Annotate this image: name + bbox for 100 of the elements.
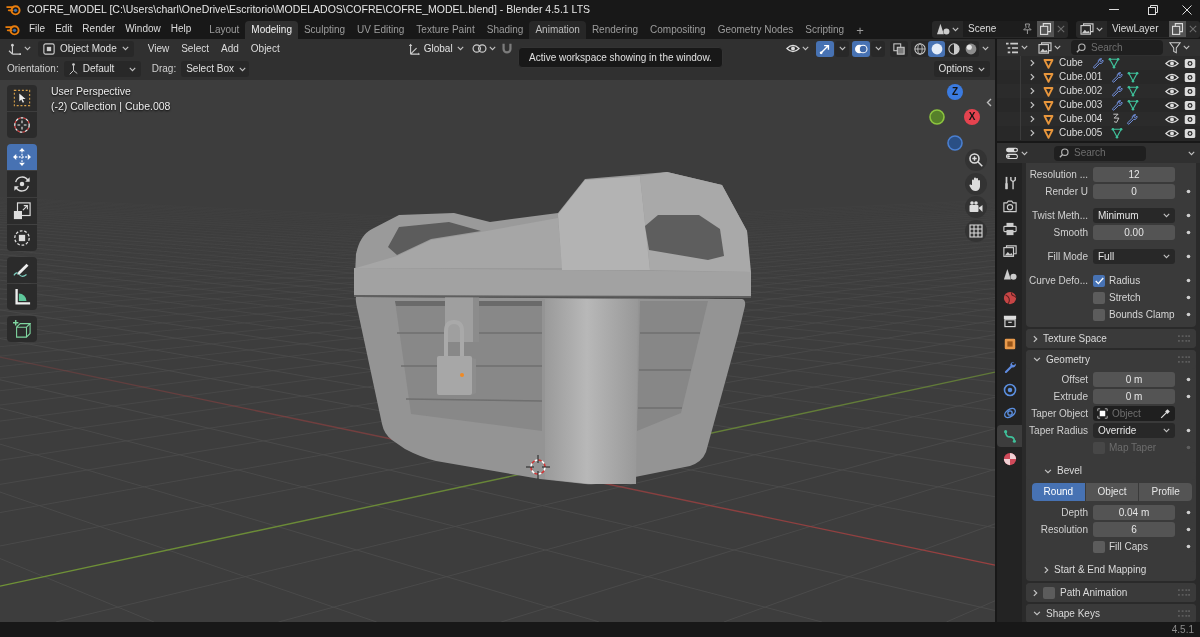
tool-button[interactable] — [7, 284, 37, 310]
eyedropper-icon[interactable] — [1160, 408, 1171, 419]
checkbox[interactable] — [1093, 308, 1105, 321]
camera-icon[interactable] — [1184, 57, 1196, 69]
axes-icon[interactable] — [8, 42, 22, 55]
axis-ball-icon[interactable] — [947, 135, 963, 151]
tool-button[interactable] — [7, 198, 37, 224]
segment-button[interactable]: Profile — [1139, 483, 1192, 501]
caret-icon[interactable] — [1054, 45, 1061, 50]
caret-icon[interactable] — [802, 46, 809, 51]
list-icon[interactable] — [1005, 41, 1019, 54]
checkbox[interactable] — [1093, 540, 1105, 553]
minimize-icon[interactable] — [1108, 8, 1119, 11]
menu-item[interactable]: Object — [244, 43, 286, 54]
dot-icon[interactable] — [1185, 527, 1191, 532]
caret-icon[interactable] — [1096, 26, 1103, 32]
dropdown[interactable]: Minimum — [1093, 208, 1175, 223]
dropdown[interactable]: Override — [1093, 423, 1175, 438]
checkbox[interactable] — [1093, 291, 1105, 304]
checkbox[interactable] — [1093, 274, 1105, 287]
outliner-item[interactable]: Cube.005 — [1059, 128, 1103, 138]
checkbox[interactable] — [1043, 586, 1055, 599]
menu-item[interactable]: View — [141, 43, 176, 54]
grip-icon[interactable] — [1178, 589, 1190, 596]
add-workspace-button[interactable]: + — [850, 21, 870, 39]
grid-icon[interactable] — [965, 219, 987, 242]
camera-icon[interactable] — [965, 196, 987, 218]
copy-button[interactable] — [1169, 21, 1186, 37]
zigzag-icon[interactable] — [1111, 113, 1123, 124]
xray-toggle[interactable] — [890, 40, 908, 57]
logo-icon[interactable] — [4, 22, 20, 36]
outliner-item[interactable]: Cube.001 — [1059, 72, 1103, 82]
workspace-tab[interactable]: Compositing — [644, 21, 712, 39]
segment-button[interactable]: Round — [1032, 483, 1086, 501]
workspace-tab[interactable]: Animation — [529, 21, 586, 39]
magnet-icon[interactable] — [500, 42, 513, 55]
caret-icon[interactable] — [1188, 150, 1195, 156]
menu-item[interactable]: Add — [215, 43, 245, 54]
chevron-icon[interactable] — [1029, 129, 1035, 137]
triangle-mesh-icon[interactable] — [1127, 85, 1140, 97]
workspace-tab[interactable]: Scripting — [799, 21, 851, 39]
number-field[interactable]: 0 m — [1093, 372, 1175, 387]
chevron-icon[interactable] — [1029, 59, 1035, 67]
number-field[interactable]: 0.04 m — [1093, 505, 1175, 520]
checkbox-label[interactable]: Bounds Clamp — [1109, 309, 1175, 320]
caret-icon[interactable] — [982, 46, 989, 51]
tool-button[interactable] — [7, 316, 37, 342]
x-icon[interactable] — [1057, 25, 1065, 33]
dot-icon[interactable] — [1185, 312, 1191, 317]
dot-icon[interactable] — [1185, 510, 1191, 515]
triangle-mesh-icon[interactable] — [1127, 99, 1140, 111]
wrench-icon[interactable] — [1091, 57, 1104, 69]
hand-icon[interactable] — [965, 172, 987, 195]
number-field[interactable]: 6 — [1093, 522, 1175, 537]
workspace-tab[interactable]: Modeling — [245, 21, 298, 39]
chevron-icon[interactable] — [1029, 101, 1035, 109]
magnifier-plus-icon[interactable] — [965, 149, 987, 171]
workspace-tab[interactable]: Sculpting — [297, 21, 352, 39]
menu-item[interactable]: Select — [175, 43, 215, 54]
outliner-item[interactable]: Cube — [1059, 58, 1083, 68]
triangle-mesh-icon[interactable] — [1107, 57, 1120, 69]
triangle-mesh-icon[interactable] — [1127, 71, 1140, 83]
caret-icon[interactable] — [1183, 45, 1190, 50]
camera-icon[interactable] — [1184, 127, 1196, 139]
eye-icon[interactable] — [1165, 72, 1179, 82]
tool-button[interactable] — [7, 171, 37, 197]
caret-icon[interactable] — [1021, 150, 1028, 156]
grip-icon[interactable] — [1178, 610, 1190, 617]
rings-icon[interactable] — [471, 43, 487, 54]
menu-item[interactable]: Window — [120, 24, 166, 34]
gizmo-axis-button[interactable]: X — [964, 109, 980, 125]
shading-button[interactable] — [911, 40, 928, 57]
eye-icon[interactable] — [786, 44, 800, 53]
dot-icon[interactable] — [1185, 254, 1191, 259]
mode-dropdown[interactable]: Object Mode — [38, 40, 134, 57]
segment-button[interactable]: Object — [1085, 483, 1140, 501]
checkbox-label[interactable]: Fill Caps — [1109, 541, 1148, 552]
wrench-icon[interactable] — [1126, 113, 1139, 125]
pin-icon[interactable] — [1022, 23, 1032, 35]
drag-dropdown[interactable]: Select Box — [181, 61, 250, 77]
shading-button[interactable] — [945, 40, 962, 57]
chevron-icon[interactable] — [986, 98, 992, 107]
scene-name-field[interactable]: Scene — [963, 21, 1037, 37]
number-field[interactable]: 0 — [1093, 184, 1175, 199]
options-dropdown[interactable]: Options — [933, 61, 990, 77]
grip-icon[interactable] — [1178, 335, 1190, 342]
eye-icon[interactable] — [1165, 86, 1179, 96]
camera-icon[interactable] — [1184, 99, 1196, 111]
image-stack-icon[interactable] — [1080, 23, 1094, 35]
number-field[interactable]: 12 — [1093, 167, 1175, 182]
wrench-icon[interactable] — [1111, 71, 1124, 83]
dropdown-button[interactable] — [871, 40, 885, 57]
workspace-tab[interactable]: Rendering — [585, 21, 645, 39]
outliner-item[interactable]: Cube.003 — [1059, 100, 1103, 110]
workspace-tab[interactable]: Geometry Nodes — [711, 21, 800, 39]
gizmo-toggle[interactable] — [816, 40, 834, 57]
camera-icon[interactable] — [1184, 71, 1196, 83]
outliner-item[interactable]: Cube.004 — [1059, 114, 1103, 124]
camera-icon[interactable] — [1184, 85, 1196, 97]
number-field[interactable]: 0.00 — [1093, 225, 1175, 240]
